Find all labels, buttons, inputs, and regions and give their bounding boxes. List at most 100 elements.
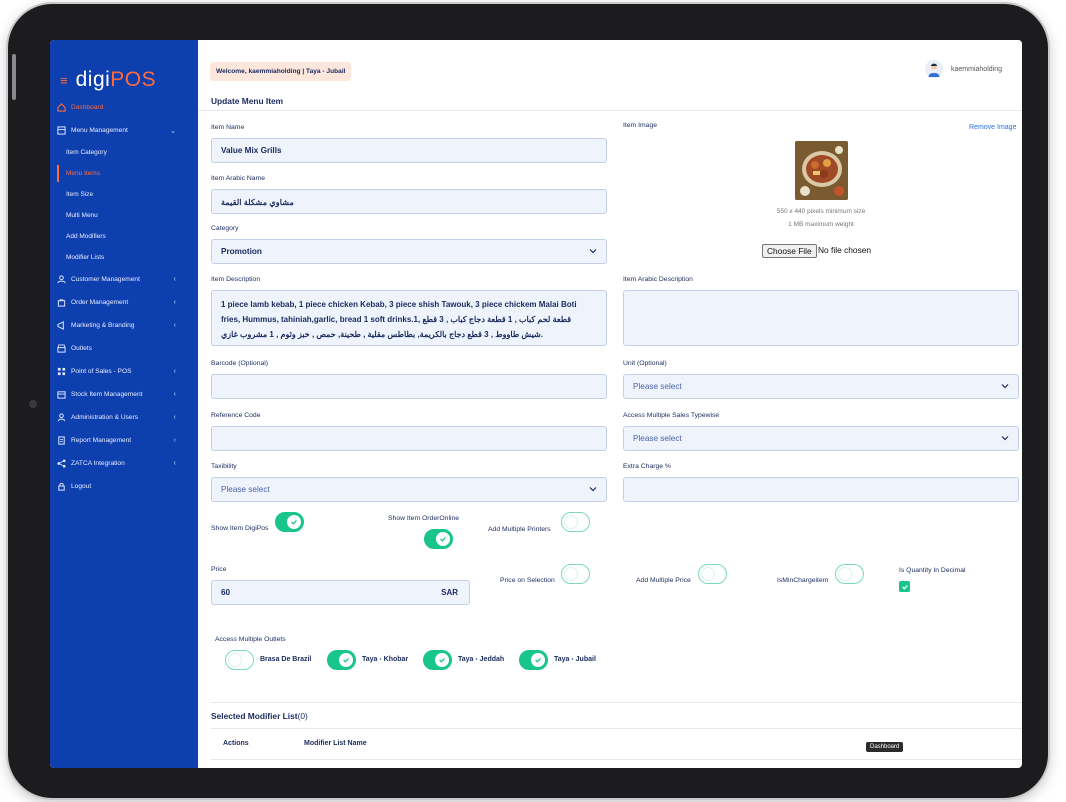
sidebar-item-label: Menu Management [71, 127, 128, 134]
extra-charge-input[interactable] [623, 477, 1019, 502]
report-icon [56, 436, 66, 446]
sidebar-item-customer-management[interactable]: Customer Management ‹ [50, 268, 198, 291]
taxibility-label: Taxibility [211, 463, 237, 470]
outlet-toggle-khobar[interactable] [327, 650, 356, 670]
access-outlets-label: Access Multiple Outlets [215, 636, 286, 643]
megaphone-icon [56, 321, 66, 331]
outlet-toggle-jubail[interactable] [519, 650, 548, 670]
box-icon [56, 390, 66, 400]
sidebar-item-menu-management[interactable]: Menu Management ⌄ [50, 119, 198, 142]
chevron-down-icon [1001, 436, 1009, 441]
column-header-actions[interactable]: Actions [223, 740, 249, 747]
show-item-orderonline-toggle[interactable] [424, 529, 453, 549]
divider [211, 702, 1022, 703]
description-line: 1 piece lamb kebab, 1 piece chicken Keba… [221, 300, 577, 309]
sidebar-item-stock[interactable]: Stock Item Management ‹ [50, 383, 198, 406]
sidebar-item-dashboard[interactable]: Dashboard [50, 96, 198, 119]
submenu-item-category[interactable]: Item Category [50, 142, 198, 163]
sidebar: ≡ digiPOS Dashboard Menu Management ⌄ It… [50, 40, 198, 768]
add-multiple-printers-label: Add Multiple Printers [488, 526, 551, 533]
sidebar-item-reports[interactable]: Report Management ‹ [50, 429, 198, 452]
barcode-input[interactable] [211, 374, 607, 399]
share-icon [56, 459, 66, 469]
divider [211, 759, 1022, 760]
hamburger-icon[interactable]: ≡ [60, 73, 68, 88]
toggle-knob [838, 567, 852, 581]
bag-icon [56, 298, 66, 308]
book-icon [56, 126, 66, 136]
check-icon [901, 584, 908, 590]
outlet-toggle-brasa[interactable] [225, 650, 254, 670]
sidebar-item-label: Report Management [71, 437, 132, 444]
column-header-name[interactable]: Modifier List Name [304, 740, 367, 747]
barcode-label: Barcode (Optional) [211, 360, 269, 367]
user-menu[interactable]: kaemmiaholding [925, 60, 1002, 78]
is-min-charge-label: IsMinChargeitem [777, 577, 829, 584]
sidebar-item-label: Logout [71, 483, 92, 490]
sidebar-item-label: Administration & Users [71, 414, 139, 421]
sidebar-item-pos[interactable]: Point of Sales - POS ‹ [50, 360, 198, 383]
toggle-knob [701, 567, 715, 581]
item-arabic-description-label: Item Arabic Description [623, 276, 693, 283]
item-description-textarea[interactable]: 1 piece lamb kebab, 1 piece chicken Keba… [211, 290, 607, 346]
submenu-add-modifiers[interactable]: Add Modifiers [50, 226, 198, 247]
item-image-preview[interactable] [795, 141, 848, 200]
sidebar-item-label: Order Management [71, 299, 129, 306]
unit-placeholder: Please select [633, 382, 682, 391]
check-icon [435, 653, 449, 667]
remove-image-link[interactable]: Remove Image [969, 124, 1016, 131]
outlet-label: Brasa De Brazil [260, 656, 312, 663]
outlet-label: Taya - Jubail [554, 656, 596, 663]
is-quantity-decimal-checkbox[interactable] [899, 581, 910, 592]
toggle-knob [564, 515, 578, 529]
item-arabic-name-input[interactable]: مشاوي مشكلة القيمة [211, 189, 607, 214]
choose-file-button[interactable]: Choose File [762, 244, 817, 258]
outlet-label: Taya - Khobar [362, 656, 409, 663]
show-item-digipos-label: Show Item DigiPos [211, 525, 269, 532]
submenu-modifier-lists[interactable]: Modifier Lists [50, 247, 198, 268]
divider [211, 728, 1022, 729]
is-quantity-decimal-label: Is Quantity In Decimal [899, 567, 966, 574]
grid-icon [56, 367, 66, 377]
user-icon [56, 413, 66, 423]
avatar[interactable] [925, 60, 944, 78]
submenu-item-size[interactable]: Item Size [50, 184, 198, 205]
access-sales-select[interactable]: Please select [623, 426, 1019, 451]
is-min-charge-toggle[interactable] [835, 564, 864, 584]
item-image-label: Item Image [623, 122, 657, 129]
logo[interactable]: digiPOS [76, 68, 157, 92]
category-select[interactable]: Promotion [211, 239, 607, 264]
check-icon [339, 653, 353, 667]
sidebar-item-marketing[interactable]: Marketing & Branding ‹ [50, 314, 198, 337]
chevron-down-icon [589, 487, 597, 492]
sidebar-item-label: Outlets [71, 345, 92, 352]
chevron-down-icon: ⌄ [170, 127, 176, 135]
item-arabic-description-textarea[interactable] [623, 290, 1019, 346]
modifier-section-title: Selected Modifier List(0) [211, 711, 308, 721]
sidebar-item-zatca[interactable]: ZATCA Integration ‹ [50, 452, 198, 475]
reference-code-input[interactable] [211, 426, 607, 451]
access-sales-label: Access Multiple Sales Typewise [623, 412, 720, 419]
add-multiple-printers-toggle[interactable] [561, 512, 590, 532]
sidebar-item-administration[interactable]: Administration & Users ‹ [50, 406, 198, 429]
submenu-menu-items[interactable]: Menu Items [50, 163, 198, 184]
sidebar-nav: Dashboard Menu Management ⌄ Item Categor… [50, 96, 198, 498]
price-input[interactable]: 60 SAR [211, 580, 470, 605]
outlet-toggle-jeddah[interactable] [423, 650, 452, 670]
chevron-left-icon: ‹ [173, 414, 176, 421]
sidebar-item-order-management[interactable]: Order Management ‹ [50, 291, 198, 314]
sidebar-item-outlets[interactable]: Outlets [50, 337, 198, 360]
item-name-input[interactable]: Value Mix Grills [211, 138, 607, 163]
sidebar-item-label: ZATCA Integration [71, 460, 125, 467]
show-item-digipos-toggle[interactable] [275, 512, 304, 532]
toggle-knob [564, 567, 578, 581]
price-on-selection-toggle[interactable] [561, 564, 590, 584]
submenu-multi-menu[interactable]: Multi Menu [50, 205, 198, 226]
chevron-down-icon [589, 249, 597, 254]
reference-code-label: Reference Code [211, 412, 261, 419]
add-multiple-price-toggle[interactable] [698, 564, 727, 584]
unit-select[interactable]: Please select [623, 374, 1019, 399]
unit-label: Unit (Optional) [623, 360, 667, 367]
taxibility-select[interactable]: Please select [211, 477, 607, 502]
sidebar-item-logout[interactable]: Logout [50, 475, 198, 498]
